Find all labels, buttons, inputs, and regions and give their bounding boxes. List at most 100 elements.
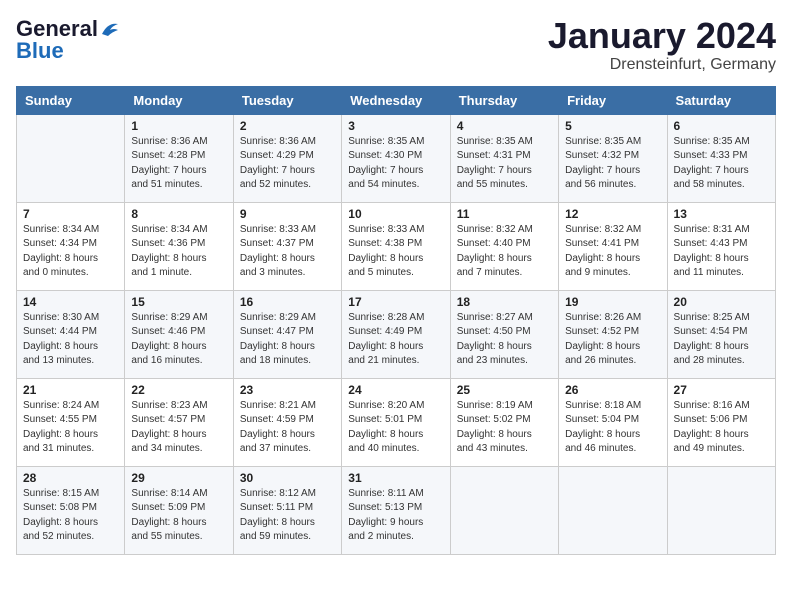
calendar-cell: 12 Sunrise: 8:32 AM Sunset: 4:41 PM Dayli… — [559, 202, 667, 290]
weekday-header-sunday: Sunday — [17, 86, 125, 114]
day-number: 13 — [674, 207, 769, 221]
calendar-cell: 2 Sunrise: 8:36 AM Sunset: 4:29 PM Daylig… — [233, 114, 341, 202]
day-info: Sunrise: 8:35 AM Sunset: 4:30 PM Dayligh… — [348, 135, 443, 193]
calendar-cell: 13 Sunrise: 8:31 AM Sunset: 4:43 PM Dayli… — [667, 202, 775, 290]
day-number: 5 — [565, 119, 660, 133]
weekday-header-row: SundayMondayTuesdayWednesdayThursdayFrid… — [17, 86, 776, 114]
calendar-cell: 1 Sunrise: 8:36 AM Sunset: 4:28 PM Daylig… — [125, 114, 233, 202]
day-number: 25 — [457, 383, 552, 397]
calendar-cell: 25 Sunrise: 8:19 AM Sunset: 5:02 PM Dayli… — [450, 378, 558, 466]
calendar-week-1: 1 Sunrise: 8:36 AM Sunset: 4:28 PM Daylig… — [17, 114, 776, 202]
day-number: 29 — [131, 471, 226, 485]
day-number: 28 — [23, 471, 118, 485]
day-number: 20 — [674, 295, 769, 309]
day-info: Sunrise: 8:26 AM Sunset: 4:52 PM Dayligh… — [565, 311, 660, 369]
month-title: January 2024 — [548, 16, 776, 56]
calendar-cell — [17, 114, 125, 202]
day-number: 6 — [674, 119, 769, 133]
weekday-header-friday: Friday — [559, 86, 667, 114]
calendar-cell: 15 Sunrise: 8:29 AM Sunset: 4:46 PM Dayli… — [125, 290, 233, 378]
day-info: Sunrise: 8:15 AM Sunset: 5:08 PM Dayligh… — [23, 487, 118, 545]
calendar-week-2: 7 Sunrise: 8:34 AM Sunset: 4:34 PM Daylig… — [17, 202, 776, 290]
calendar-cell: 30 Sunrise: 8:12 AM Sunset: 5:11 PM Dayli… — [233, 466, 341, 554]
day-info: Sunrise: 8:12 AM Sunset: 5:11 PM Dayligh… — [240, 487, 335, 545]
calendar-cell — [559, 466, 667, 554]
calendar-cell: 19 Sunrise: 8:26 AM Sunset: 4:52 PM Dayli… — [559, 290, 667, 378]
day-number: 3 — [348, 119, 443, 133]
calendar-cell: 6 Sunrise: 8:35 AM Sunset: 4:33 PM Daylig… — [667, 114, 775, 202]
calendar-cell: 31 Sunrise: 8:11 AM Sunset: 5:13 PM Dayli… — [342, 466, 450, 554]
day-number: 17 — [348, 295, 443, 309]
day-number: 19 — [565, 295, 660, 309]
logo-bird-icon — [100, 20, 120, 38]
weekday-header-thursday: Thursday — [450, 86, 558, 114]
day-info: Sunrise: 8:35 AM Sunset: 4:33 PM Dayligh… — [674, 135, 769, 193]
calendar-week-4: 21Sunrise: 8:24 AM Sunset: 4:55 PM Dayli… — [17, 378, 776, 466]
day-number: 27 — [674, 383, 769, 397]
day-number: 23 — [240, 383, 335, 397]
day-info: Sunrise: 8:14 AM Sunset: 5:09 PM Dayligh… — [131, 487, 226, 545]
day-number: 26 — [565, 383, 660, 397]
weekday-header-tuesday: Tuesday — [233, 86, 341, 114]
day-info: Sunrise: 8:29 AM Sunset: 4:47 PM Dayligh… — [240, 311, 335, 369]
calendar-cell: 21Sunrise: 8:24 AM Sunset: 4:55 PM Dayli… — [17, 378, 125, 466]
calendar-cell: 23 Sunrise: 8:21 AM Sunset: 4:59 PM Dayli… — [233, 378, 341, 466]
weekday-header-monday: Monday — [125, 86, 233, 114]
day-info: Sunrise: 8:16 AM Sunset: 5:06 PM Dayligh… — [674, 399, 769, 457]
day-number: 30 — [240, 471, 335, 485]
day-info: Sunrise: 8:21 AM Sunset: 4:59 PM Dayligh… — [240, 399, 335, 457]
day-number: 22 — [131, 383, 226, 397]
calendar-cell — [450, 466, 558, 554]
calendar-week-5: 28 Sunrise: 8:15 AM Sunset: 5:08 PM Dayli… — [17, 466, 776, 554]
calendar-cell: 24Sunrise: 8:20 AM Sunset: 5:01 PM Dayli… — [342, 378, 450, 466]
day-info: Sunrise: 8:32 AM Sunset: 4:41 PM Dayligh… — [565, 223, 660, 281]
day-number: 24 — [348, 383, 443, 397]
calendar-cell: 9 Sunrise: 8:33 AM Sunset: 4:37 PM Daylig… — [233, 202, 341, 290]
day-number: 14 — [23, 295, 118, 309]
calendar-cell: 14Sunrise: 8:30 AM Sunset: 4:44 PM Dayli… — [17, 290, 125, 378]
day-info: Sunrise: 8:33 AM Sunset: 4:37 PM Dayligh… — [240, 223, 335, 281]
day-info: Sunrise: 8:25 AM Sunset: 4:54 PM Dayligh… — [674, 311, 769, 369]
day-info: Sunrise: 8:35 AM Sunset: 4:31 PM Dayligh… — [457, 135, 552, 193]
day-number: 9 — [240, 207, 335, 221]
calendar-cell: 5 Sunrise: 8:35 AM Sunset: 4:32 PM Daylig… — [559, 114, 667, 202]
day-info: Sunrise: 8:18 AM Sunset: 5:04 PM Dayligh… — [565, 399, 660, 457]
page-header: General Blue January 2024 Drensteinfurt,… — [16, 16, 776, 74]
day-number: 7 — [23, 207, 118, 221]
calendar-cell: 16 Sunrise: 8:29 AM Sunset: 4:47 PM Dayli… — [233, 290, 341, 378]
logo: General Blue — [16, 16, 120, 64]
day-info: Sunrise: 8:34 AM Sunset: 4:34 PM Dayligh… — [23, 223, 118, 281]
day-number: 10 — [348, 207, 443, 221]
calendar-week-3: 14Sunrise: 8:30 AM Sunset: 4:44 PM Dayli… — [17, 290, 776, 378]
calendar-cell: 28 Sunrise: 8:15 AM Sunset: 5:08 PM Dayli… — [17, 466, 125, 554]
day-number: 1 — [131, 119, 226, 133]
day-number: 16 — [240, 295, 335, 309]
day-info: Sunrise: 8:33 AM Sunset: 4:38 PM Dayligh… — [348, 223, 443, 281]
calendar-cell: 3 Sunrise: 8:35 AM Sunset: 4:30 PM Daylig… — [342, 114, 450, 202]
day-info: Sunrise: 8:27 AM Sunset: 4:50 PM Dayligh… — [457, 311, 552, 369]
title-block: January 2024 Drensteinfurt, Germany — [548, 16, 776, 74]
day-info: Sunrise: 8:32 AM Sunset: 4:40 PM Dayligh… — [457, 223, 552, 281]
calendar-cell: 26 Sunrise: 8:18 AM Sunset: 5:04 PM Dayli… — [559, 378, 667, 466]
calendar-cell: 18Sunrise: 8:27 AM Sunset: 4:50 PM Dayli… — [450, 290, 558, 378]
day-number: 31 — [348, 471, 443, 485]
day-info: Sunrise: 8:36 AM Sunset: 4:29 PM Dayligh… — [240, 135, 335, 193]
day-info: Sunrise: 8:23 AM Sunset: 4:57 PM Dayligh… — [131, 399, 226, 457]
day-info: Sunrise: 8:19 AM Sunset: 5:02 PM Dayligh… — [457, 399, 552, 457]
day-info: Sunrise: 8:34 AM Sunset: 4:36 PM Dayligh… — [131, 223, 226, 281]
weekday-header-saturday: Saturday — [667, 86, 775, 114]
day-number: 11 — [457, 207, 552, 221]
day-info: Sunrise: 8:11 AM Sunset: 5:13 PM Dayligh… — [348, 487, 443, 545]
calendar-cell — [667, 466, 775, 554]
day-info: Sunrise: 8:36 AM Sunset: 4:28 PM Dayligh… — [131, 135, 226, 193]
day-info: Sunrise: 8:29 AM Sunset: 4:46 PM Dayligh… — [131, 311, 226, 369]
day-info: Sunrise: 8:35 AM Sunset: 4:32 PM Dayligh… — [565, 135, 660, 193]
calendar-cell: 8Sunrise: 8:34 AM Sunset: 4:36 PM Daylig… — [125, 202, 233, 290]
day-number: 15 — [131, 295, 226, 309]
calendar-cell: 7 Sunrise: 8:34 AM Sunset: 4:34 PM Daylig… — [17, 202, 125, 290]
calendar-cell: 22 Sunrise: 8:23 AM Sunset: 4:57 PM Dayli… — [125, 378, 233, 466]
day-number: 2 — [240, 119, 335, 133]
day-info: Sunrise: 8:31 AM Sunset: 4:43 PM Dayligh… — [674, 223, 769, 281]
day-info: Sunrise: 8:28 AM Sunset: 4:49 PM Dayligh… — [348, 311, 443, 369]
day-number: 12 — [565, 207, 660, 221]
